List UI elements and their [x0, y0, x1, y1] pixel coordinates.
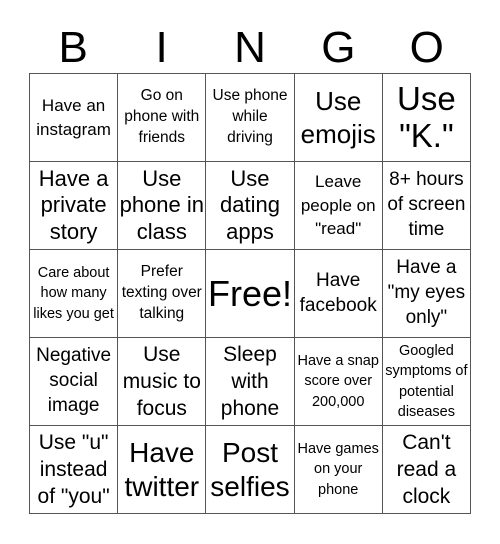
cell-text: Care about how many likes you get	[33, 265, 114, 322]
free-cell[interactable]: Free!	[206, 250, 295, 338]
header-letter-b: B	[58, 23, 88, 72]
bingo-cell[interactable]: Googled symptoms of potential diseases	[382, 338, 471, 426]
bingo-cell[interactable]: Use dating apps	[206, 162, 295, 250]
cell-text: Have an instagram	[36, 95, 111, 139]
bingo-cell[interactable]: Have games on your phone	[294, 426, 383, 514]
header-letter-g: G	[321, 23, 356, 72]
cell-text: Have a "my eyes only"	[387, 257, 466, 328]
cell-text: Have facebook	[299, 269, 377, 316]
cell-text: Use phone while driving	[212, 87, 288, 146]
bingo-cell[interactable]: Use phone while driving	[206, 74, 295, 162]
cell-text: Prefer texting over talking	[121, 263, 202, 322]
bingo-cell[interactable]: Use emojis	[294, 74, 383, 162]
bingo-cell[interactable]: Care about how many likes you get	[30, 250, 119, 338]
cell-text: Negative social image	[36, 345, 112, 416]
bingo-cell[interactable]: Use "K."	[382, 74, 471, 162]
header-letter-n: N	[234, 23, 266, 72]
bingo-cell[interactable]: Post selfies	[206, 426, 295, 514]
bingo-cell[interactable]: Can't read a clock	[382, 426, 471, 514]
bingo-cell[interactable]: Have facebook	[294, 250, 383, 338]
cell-text: Use "K."	[397, 80, 456, 154]
bingo-board: Have an instagram Go on phone with frien…	[29, 73, 471, 514]
cell-text: Have a snap score over 200,000	[297, 353, 379, 410]
cell-text: Leave people on "read"	[300, 171, 376, 239]
header-letter-i: I	[155, 23, 168, 72]
bingo-cell[interactable]: Have twitter	[118, 426, 207, 514]
bingo-cell[interactable]: Negative social image	[30, 338, 119, 426]
bingo-cell[interactable]: Have an instagram	[30, 74, 119, 162]
cell-text: 8+ hours of screen time	[387, 169, 466, 240]
bingo-cell[interactable]: Sleep with phone	[206, 338, 295, 426]
cell-text: Sleep with phone	[220, 342, 280, 421]
bingo-cell[interactable]: Have a "my eyes only"	[382, 250, 471, 338]
cell-text: Free!	[207, 272, 292, 314]
cell-text: Use dating apps	[220, 165, 280, 244]
cell-text: Have games on your phone	[297, 441, 379, 498]
cell-text: Can't read a clock	[396, 430, 457, 509]
cell-text: Use phone in class	[119, 165, 204, 244]
cell-text: Go on phone with friends	[124, 87, 200, 146]
cell-text: Have a private story	[38, 165, 109, 244]
cell-text: Use music to focus	[122, 342, 201, 421]
bingo-cell[interactable]: Have a private story	[30, 162, 119, 250]
bingo-cell[interactable]: Leave people on "read"	[294, 162, 383, 250]
cell-text: Googled symptoms of potential diseases	[385, 342, 468, 420]
cell-text: Have twitter	[124, 436, 200, 502]
bingo-cell[interactable]: 8+ hours of screen time	[382, 162, 471, 250]
bingo-cell[interactable]: Have a snap score over 200,000	[294, 338, 383, 426]
bingo-cell[interactable]: Use phone in class	[118, 162, 207, 250]
header-letter-o: O	[409, 23, 444, 72]
cell-text: Use "u" instead of "you"	[37, 430, 110, 509]
cell-text: Use emojis	[300, 86, 376, 149]
bingo-cell[interactable]: Prefer texting over talking	[118, 250, 207, 338]
bingo-cell[interactable]: Go on phone with friends	[118, 74, 207, 162]
bingo-cell[interactable]: Use "u" instead of "you"	[30, 426, 119, 514]
bingo-cell[interactable]: Use music to focus	[118, 338, 207, 426]
bingo-header: B I N G O	[29, 24, 471, 72]
cell-text: Post selfies	[210, 436, 290, 502]
